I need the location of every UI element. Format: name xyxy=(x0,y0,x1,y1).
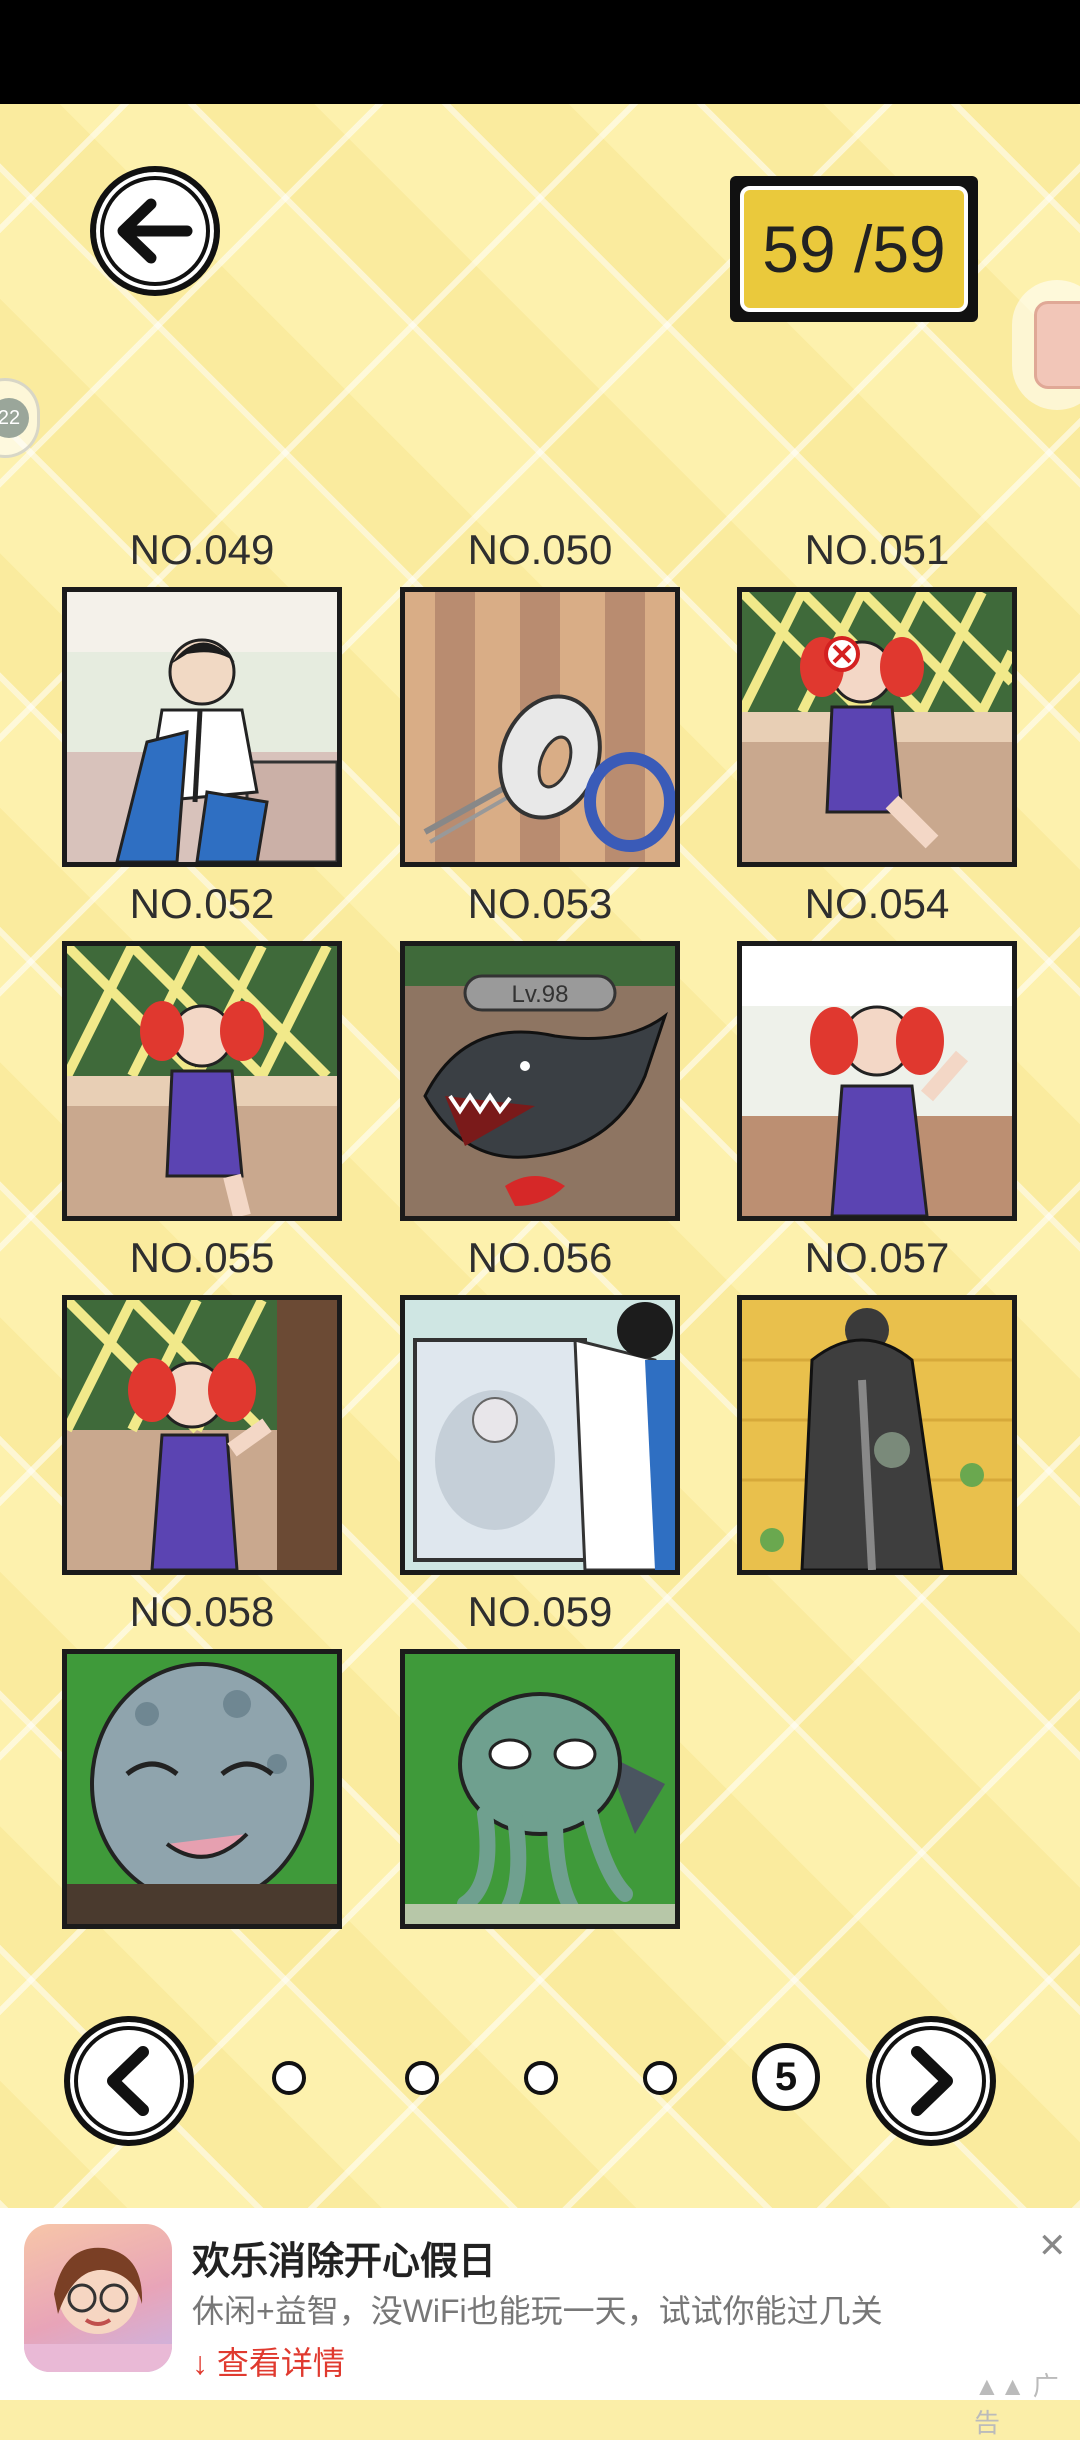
back-button[interactable] xyxy=(90,166,220,296)
counter-text: 59 /59 xyxy=(740,186,968,312)
page-dot[interactable] xyxy=(643,2061,677,2095)
ad-details-link[interactable]: ↓ 查看详情 xyxy=(192,2338,345,2384)
gallery-item-053[interactable]: Lv.98 xyxy=(400,941,680,1221)
page-dot[interactable] xyxy=(524,2061,558,2095)
ad-title[interactable]: 欢乐消除开心假日 xyxy=(192,2230,496,2285)
girl-angry-image xyxy=(67,1300,337,1570)
gallery-item-050[interactable] xyxy=(400,587,680,867)
item-label: NO.059 xyxy=(467,1588,613,1635)
item-label: NO.054 xyxy=(804,880,950,927)
item-label: NO.050 xyxy=(467,526,613,573)
collection-counter: 59 /59 xyxy=(730,176,978,322)
arrow-left-icon xyxy=(117,198,193,264)
item-label: NO.057 xyxy=(804,1234,950,1281)
status-bar xyxy=(0,0,1080,104)
shark-monster-image: Lv.98 xyxy=(405,946,675,1216)
ad-banner[interactable]: 欢乐消除开心假日 休闲+益智，没WiFi也能玩一天，试试你能过几关 ↓ 查看详情… xyxy=(0,2208,1080,2400)
octopus-image xyxy=(67,1654,337,1924)
page-dot[interactable] xyxy=(272,2061,306,2095)
side-badge: 22 xyxy=(0,398,29,438)
gallery-item-051[interactable] xyxy=(737,587,1017,867)
gallery-item-057[interactable] xyxy=(737,1295,1017,1575)
item-label: NO.056 xyxy=(467,1234,613,1281)
cartoon-girl-icon xyxy=(24,2247,172,2372)
item-label: NO.051 xyxy=(804,526,950,573)
whisk-ring-image xyxy=(405,592,675,862)
chevron-left-icon xyxy=(107,2046,149,2116)
gallery-item-054[interactable] xyxy=(737,941,1017,1221)
current-page-indicator: 5 xyxy=(752,2043,820,2111)
page-dot[interactable] xyxy=(405,2061,439,2095)
gallery-item-056[interactable] xyxy=(400,1295,680,1575)
item-label: NO.058 xyxy=(129,1588,275,1635)
ad-label: ▲▲ 广告 xyxy=(974,2371,1059,2438)
item-label: NO.052 xyxy=(129,880,275,927)
girl-purple-dress-image xyxy=(742,592,1012,862)
ad-subtitle: 休闲+益智，没WiFi也能玩一天，试试你能过几关 xyxy=(192,2293,883,2329)
avatar-icon xyxy=(1034,301,1080,389)
robed-figure-image xyxy=(742,1300,1012,1570)
prev-page-button[interactable] xyxy=(64,2016,194,2146)
item-label: NO.053 xyxy=(467,880,613,927)
girl-standing-image xyxy=(742,946,1012,1216)
fridge-girl-image xyxy=(405,1300,675,1570)
gallery-item-058[interactable] xyxy=(62,1649,342,1929)
gallery-item-049[interactable] xyxy=(62,587,342,867)
gallery-item-055[interactable] xyxy=(62,1295,342,1575)
item-label: NO.055 xyxy=(129,1234,275,1281)
next-page-button[interactable] xyxy=(866,2016,996,2146)
item-label: NO.049 xyxy=(129,526,275,573)
level-badge: Lv.98 xyxy=(512,981,569,1008)
girl-sitting-image xyxy=(67,946,337,1216)
floating-avatar-tab[interactable] xyxy=(1012,280,1080,410)
close-icon[interactable]: ✕ xyxy=(1038,2226,1067,2266)
boy-kneeling-image xyxy=(67,592,337,862)
gallery-item-059[interactable] xyxy=(400,1649,680,1929)
chevron-right-icon xyxy=(911,2046,953,2116)
cthulhu-image xyxy=(405,1654,675,1924)
ad-app-icon[interactable] xyxy=(24,2224,172,2372)
gallery-item-052[interactable] xyxy=(62,941,342,1221)
